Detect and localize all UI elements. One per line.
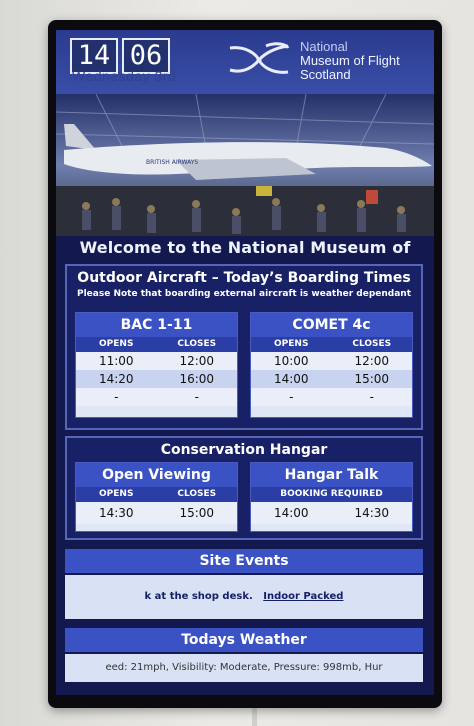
weather-note: Please Note that boarding external aircr… bbox=[77, 289, 411, 299]
column-headers: OPENS CLOSES bbox=[76, 337, 237, 352]
date-label: Wednesday 3rd bbox=[72, 68, 177, 84]
open-viewing-card: Open Viewing OPENS CLOSES 14:30 15:00 bbox=[75, 462, 238, 532]
weather-ticker: eed: 21mph, Visibility: Moderate, Pressu… bbox=[65, 654, 423, 682]
booking-required-label: BOOKING REQUIRED bbox=[251, 487, 412, 502]
conservation-hangar-panel: Conservation Hangar Open Viewing OPENS C… bbox=[65, 436, 423, 540]
museum-name: National Museum of Flight Scotland bbox=[300, 40, 400, 82]
opens-header: OPENS bbox=[274, 339, 309, 349]
closes-header: CLOSES bbox=[352, 339, 392, 349]
site-events-title: Site Events bbox=[65, 549, 423, 573]
closes-time: 15:00 bbox=[354, 372, 390, 386]
closes-header: CLOSES bbox=[177, 489, 217, 499]
time-row: 14:30 15:00 bbox=[76, 502, 237, 524]
opens-time: - bbox=[114, 390, 119, 404]
time-row: 11:00 12:00 bbox=[76, 352, 237, 370]
museum-name-line1: National bbox=[300, 39, 348, 54]
welcome-banner: Welcome to the National Museum of Flight bbox=[79, 238, 411, 281]
digital-signage-screen: 14 06 Wednesday 3rd National Museum of F… bbox=[56, 30, 434, 695]
opens-time: 10:00 bbox=[273, 354, 309, 368]
opens-time: 14:30 bbox=[98, 506, 134, 520]
hangar-photo: BRITISH AIRWAYS bbox=[56, 94, 434, 236]
outdoor-aircraft-panel: Outdoor Aircraft – Today’s Boarding Time… bbox=[65, 264, 423, 430]
museum-name-line2: Museum of Flight bbox=[300, 53, 400, 68]
closes-time: 16:00 bbox=[179, 372, 215, 386]
site-events-text: k at the shop desk. bbox=[144, 591, 253, 602]
time-row: 14:00 14:30 bbox=[251, 502, 412, 524]
aircraft-card-comet4c: COMET 4c OPENS CLOSES 10:00 12:00 14:00 … bbox=[250, 312, 413, 418]
opens-time: - bbox=[289, 390, 294, 404]
time-row: - - bbox=[76, 388, 237, 406]
time-row: - - bbox=[251, 388, 412, 406]
opens-header: OPENS bbox=[99, 489, 134, 499]
time-row: 14:00 15:00 bbox=[251, 370, 412, 388]
museum-name-line3: Scotland bbox=[300, 67, 351, 82]
time-row: 10:00 12:00 bbox=[251, 352, 412, 370]
talk-time: 14:30 bbox=[354, 506, 390, 520]
display-screen-bezel: 14 06 Wednesday 3rd National Museum of F… bbox=[48, 20, 442, 708]
conservation-hangar-title: Conservation Hangar bbox=[160, 442, 328, 458]
aircraft-name: BAC 1-11 bbox=[76, 313, 237, 337]
outdoor-aircraft-title: Outdoor Aircraft – Today’s Boarding Time… bbox=[77, 270, 411, 286]
closes-time: 12:00 bbox=[354, 354, 390, 368]
column-headers: OPENS CLOSES bbox=[251, 337, 412, 352]
opens-time: 14:00 bbox=[273, 372, 309, 386]
museum-logo-icon bbox=[229, 42, 290, 74]
concorde-photo-icon: BRITISH AIRWAYS bbox=[56, 94, 434, 236]
closes-header: CLOSES bbox=[177, 339, 217, 349]
opens-time: 14:20 bbox=[98, 372, 134, 386]
closes-time: - bbox=[194, 390, 199, 404]
weather-title: Todays Weather bbox=[65, 628, 423, 652]
time-row: 14:20 16:00 bbox=[76, 370, 237, 388]
site-events-text-b: Indoor Packed bbox=[263, 591, 344, 602]
opens-header: OPENS bbox=[99, 339, 134, 349]
talk-time: 14:00 bbox=[273, 506, 309, 520]
hangar-talk-card: Hangar Talk BOOKING REQUIRED 14:00 14:30 bbox=[250, 462, 413, 532]
closes-time: 15:00 bbox=[179, 506, 215, 520]
hangar-talk-title: Hangar Talk bbox=[251, 463, 412, 487]
column-headers: OPENS CLOSES bbox=[76, 487, 237, 502]
opens-time: 11:00 bbox=[98, 354, 134, 368]
svg-text:BRITISH AIRWAYS: BRITISH AIRWAYS bbox=[146, 159, 198, 166]
aircraft-card-bac111: BAC 1-11 OPENS CLOSES 11:00 12:00 14:20 … bbox=[75, 312, 238, 418]
site-events-ticker: k at the shop desk. Indoor Packed bbox=[65, 575, 423, 619]
header-bar: 14 06 Wednesday 3rd National Museum of F… bbox=[56, 30, 434, 94]
closes-time: 12:00 bbox=[179, 354, 215, 368]
open-viewing-title: Open Viewing bbox=[76, 463, 237, 487]
aircraft-name: COMET 4c bbox=[251, 313, 412, 337]
closes-time: - bbox=[369, 390, 374, 404]
